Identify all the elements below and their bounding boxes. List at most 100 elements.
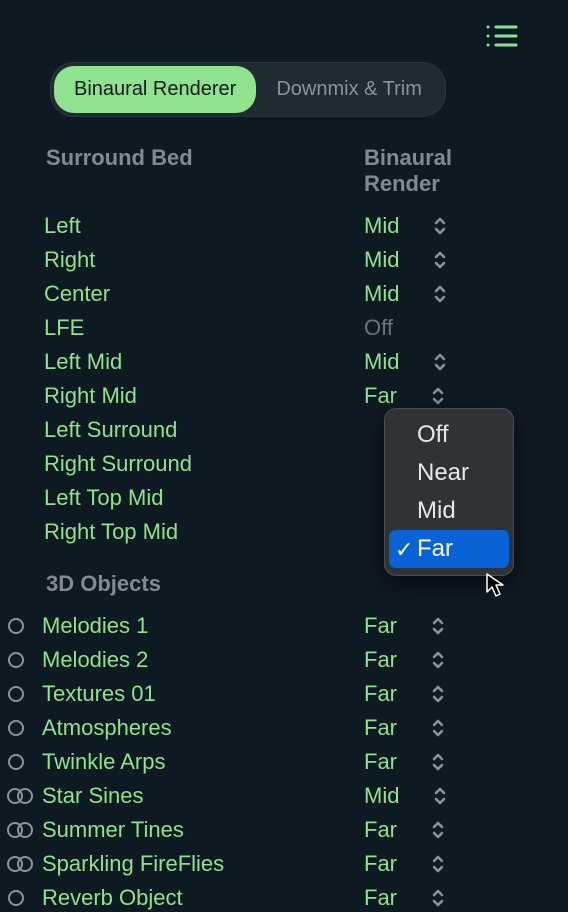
stepper-icon[interactable] [431,616,445,636]
bed-render-value-cell[interactable]: Mid [364,244,524,276]
bed-row: Left MidMid [44,345,524,379]
object-render-value: Far [364,746,397,778]
stepper-icon[interactable] [431,650,445,670]
object-render-value: Far [364,882,397,912]
bed-render-value: Mid [364,346,399,378]
stepper-icon[interactable] [431,854,445,874]
bed-render-value: Off [364,312,393,344]
bed-render-value-cell[interactable]: Mid [364,278,524,310]
column-header-channel: Surround Bed [46,145,364,197]
stepper-icon[interactable] [431,820,445,840]
object-row: Melodies 2Far [44,643,524,677]
mono-object-icon [6,684,42,704]
bed-channel-label: Left Mid [44,346,364,378]
object-row: Textures 01Far [44,677,524,711]
object-render-value: Far [364,712,397,744]
dropdown-option[interactable]: Off [389,416,509,454]
tab-downmix-trim[interactable]: Downmix & Trim [256,66,442,113]
object-label: Sparkling FireFlies [42,848,364,880]
bed-row: CenterMid [44,277,524,311]
bed-channel-label: Left Top Mid [44,482,364,514]
object-label: Reverb Object [42,882,364,912]
bed-channel-label: LFE [44,312,364,344]
mono-object-icon [6,888,42,908]
object-label: Melodies 2 [42,644,364,676]
bed-render-value: Mid [364,210,399,242]
object-render-value: Far [364,678,397,710]
object-render-value-cell[interactable]: Far [364,882,524,912]
bed-render-value-cell[interactable]: Mid [364,346,524,378]
object-render-value-cell[interactable]: Mid [364,780,524,812]
stepper-icon[interactable] [433,284,447,304]
stepper-icon[interactable] [431,386,445,406]
mono-object-icon [6,650,42,670]
stepper-icon[interactable] [433,786,447,806]
dropdown-option-label: Mid [417,497,456,524]
dropdown-option-label: Far [417,535,453,562]
bed-channel-label: Center [44,278,364,310]
object-render-value: Far [364,814,397,846]
column-header-objects: 3D Objects [46,571,364,597]
object-label: Melodies 1 [42,610,364,642]
stepper-icon[interactable] [433,352,447,372]
bed-channel-label: Right [44,244,364,276]
tab-binaural-renderer[interactable]: Binaural Renderer [54,66,256,113]
dropdown-option[interactable]: Mid [389,492,509,530]
object-render-value: Mid [364,780,399,812]
bed-row: LFEOff [44,311,524,345]
view-tabs: Binaural Renderer Downmix & Trim [50,62,446,117]
stepper-icon[interactable] [431,718,445,738]
bed-channel-label: Right Top Mid [44,516,364,548]
object-row: Sparkling FireFliesFar [44,847,524,881]
object-label: Twinkle Arps [42,746,364,778]
dropdown-option-label: Off [417,421,449,448]
bed-row: LeftMid [44,209,524,243]
object-row: Melodies 1Far [44,609,524,643]
object-row: Summer TinesFar [44,813,524,847]
object-row: Twinkle ArpsFar [44,745,524,779]
bed-render-value: Mid [364,278,399,310]
bed-render-value-cell: Off [364,312,524,344]
object-label: Textures 01 [42,678,364,710]
bed-render-value-cell[interactable]: Mid [364,210,524,242]
stereo-object-icon [6,786,42,806]
object-render-value-cell[interactable]: Far [364,848,524,880]
dropdown-option[interactable]: Near [389,454,509,492]
bed-render-value: Mid [364,244,399,276]
stereo-object-icon [6,820,42,840]
stepper-icon[interactable] [433,250,447,270]
object-label: Atmospheres [42,712,364,744]
object-render-value-cell[interactable]: Far [364,746,524,778]
object-row: AtmospheresFar [44,711,524,745]
bed-row: RightMid [44,243,524,277]
object-render-value-cell[interactable]: Far [364,814,524,846]
mono-object-icon [6,616,42,636]
mono-object-icon [6,752,42,772]
object-render-value-cell[interactable]: Far [364,712,524,744]
object-render-value-cell[interactable]: Far [364,678,524,710]
object-render-value: Far [364,644,397,676]
stepper-icon[interactable] [433,216,447,236]
object-row: Reverb ObjectFar [44,881,524,912]
section-heading-bed: Surround Bed Binaural Render [44,145,524,197]
render-mode-dropdown[interactable]: Off Near Mid ✓Far [384,408,514,576]
bed-channel-label: Right Surround [44,448,364,480]
object-render-value-cell[interactable]: Far [364,644,524,676]
stepper-icon[interactable] [431,752,445,772]
object-label: Star Sines [42,780,364,812]
bed-channel-label: Left [44,210,364,242]
bed-render-value: Far [364,380,397,412]
bed-channel-label: Right Mid [44,380,364,412]
list-menu-icon[interactable] [484,22,518,50]
stepper-icon[interactable] [431,684,445,704]
object-row: Star SinesMid [44,779,524,813]
stepper-icon[interactable] [431,888,445,908]
mono-object-icon [6,718,42,738]
object-render-value-cell[interactable]: Far [364,610,524,642]
object-render-value: Far [364,610,397,642]
object-label: Summer Tines [42,814,364,846]
object-render-value: Far [364,848,397,880]
dropdown-option[interactable]: ✓Far [389,530,509,568]
bed-channel-label: Left Surround [44,414,364,446]
column-header-render: Binaural Render [364,145,524,197]
